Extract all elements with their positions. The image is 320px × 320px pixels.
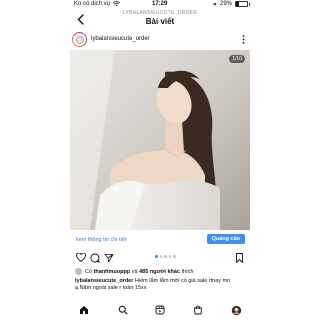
send-icon (104, 253, 113, 262)
post-photo-illustration (70, 50, 250, 230)
shop-icon (194, 305, 202, 315)
header-account-name: LYBALANSIEUCUTE_ORDER (122, 10, 198, 16)
carrier-group: Ko có dịch vụ (74, 1, 121, 7)
view-details-link[interactable]: Xem thông tin chi tiết (75, 237, 126, 243)
likes-line: Có thanhmuoppp và 485 người khác thích (75, 268, 245, 275)
post-header: lybalansieucute_order (70, 31, 250, 49)
carousel-dot (159, 255, 162, 258)
image-counter: 1/10 (229, 55, 245, 63)
carousel-dot (155, 255, 158, 258)
battery-icon (235, 1, 251, 7)
page-header: LYBALANSIEUCUTE_ORDER Bài viết (0, 9, 320, 31)
more-vertical-icon (242, 34, 244, 44)
liker-username: thanhmuoppp (93, 268, 131, 275)
page-title: Bài viết (145, 17, 175, 26)
post-image[interactable]: 1/10 (70, 50, 250, 230)
nav-shop[interactable] (192, 304, 204, 316)
wifi-icon (113, 1, 121, 7)
reels-icon (155, 305, 165, 315)
likes-text[interactable]: Có thanhmuoppp và 485 người khác thích (85, 269, 194, 275)
bottom-navigation (70, 303, 250, 317)
carrier-text: Ko có dịch vụ (74, 1, 111, 7)
likes-count: 485 người khác (139, 268, 181, 275)
status-right: 29% (212, 1, 251, 7)
clock: 17:29 (152, 1, 168, 7)
battery-fill (236, 2, 240, 6)
nav-reels[interactable] (154, 304, 166, 316)
battery-percent: 29% (220, 1, 233, 7)
post-caption: lybalansieucute_order Hiếm lắm lắm mới c… (75, 278, 247, 292)
liker-avatar (75, 268, 82, 275)
nav-profile[interactable] (230, 304, 242, 316)
comment-button[interactable] (89, 252, 100, 263)
cta-bar: Xem thông tin chi tiết Quảng cáo (70, 233, 250, 247)
save-button[interactable] (234, 252, 245, 263)
comment-icon (90, 253, 100, 263)
search-icon (118, 305, 128, 315)
ad-button[interactable]: Quảng cáo (206, 234, 245, 244)
caption-username[interactable]: lybalansieucute_order (75, 278, 133, 284)
avatar[interactable] (72, 32, 87, 47)
more-options-button[interactable] (238, 34, 248, 44)
post-username[interactable]: lybalansieucute_order (91, 36, 150, 42)
nav-search[interactable] (117, 304, 129, 316)
profile-icon (231, 305, 241, 315)
location-icon (212, 2, 217, 6)
share-button[interactable] (103, 252, 114, 263)
carousel-dot (168, 255, 171, 258)
home-icon (80, 306, 88, 314)
heart-icon (75, 253, 86, 262)
like-button[interactable] (75, 252, 86, 263)
carousel-dot (173, 255, 176, 258)
carousel-dot (164, 255, 167, 258)
carousel-indicator (155, 255, 176, 258)
post-actions (70, 251, 250, 265)
nav-home[interactable] (78, 304, 90, 316)
bookmark-icon (236, 252, 243, 263)
